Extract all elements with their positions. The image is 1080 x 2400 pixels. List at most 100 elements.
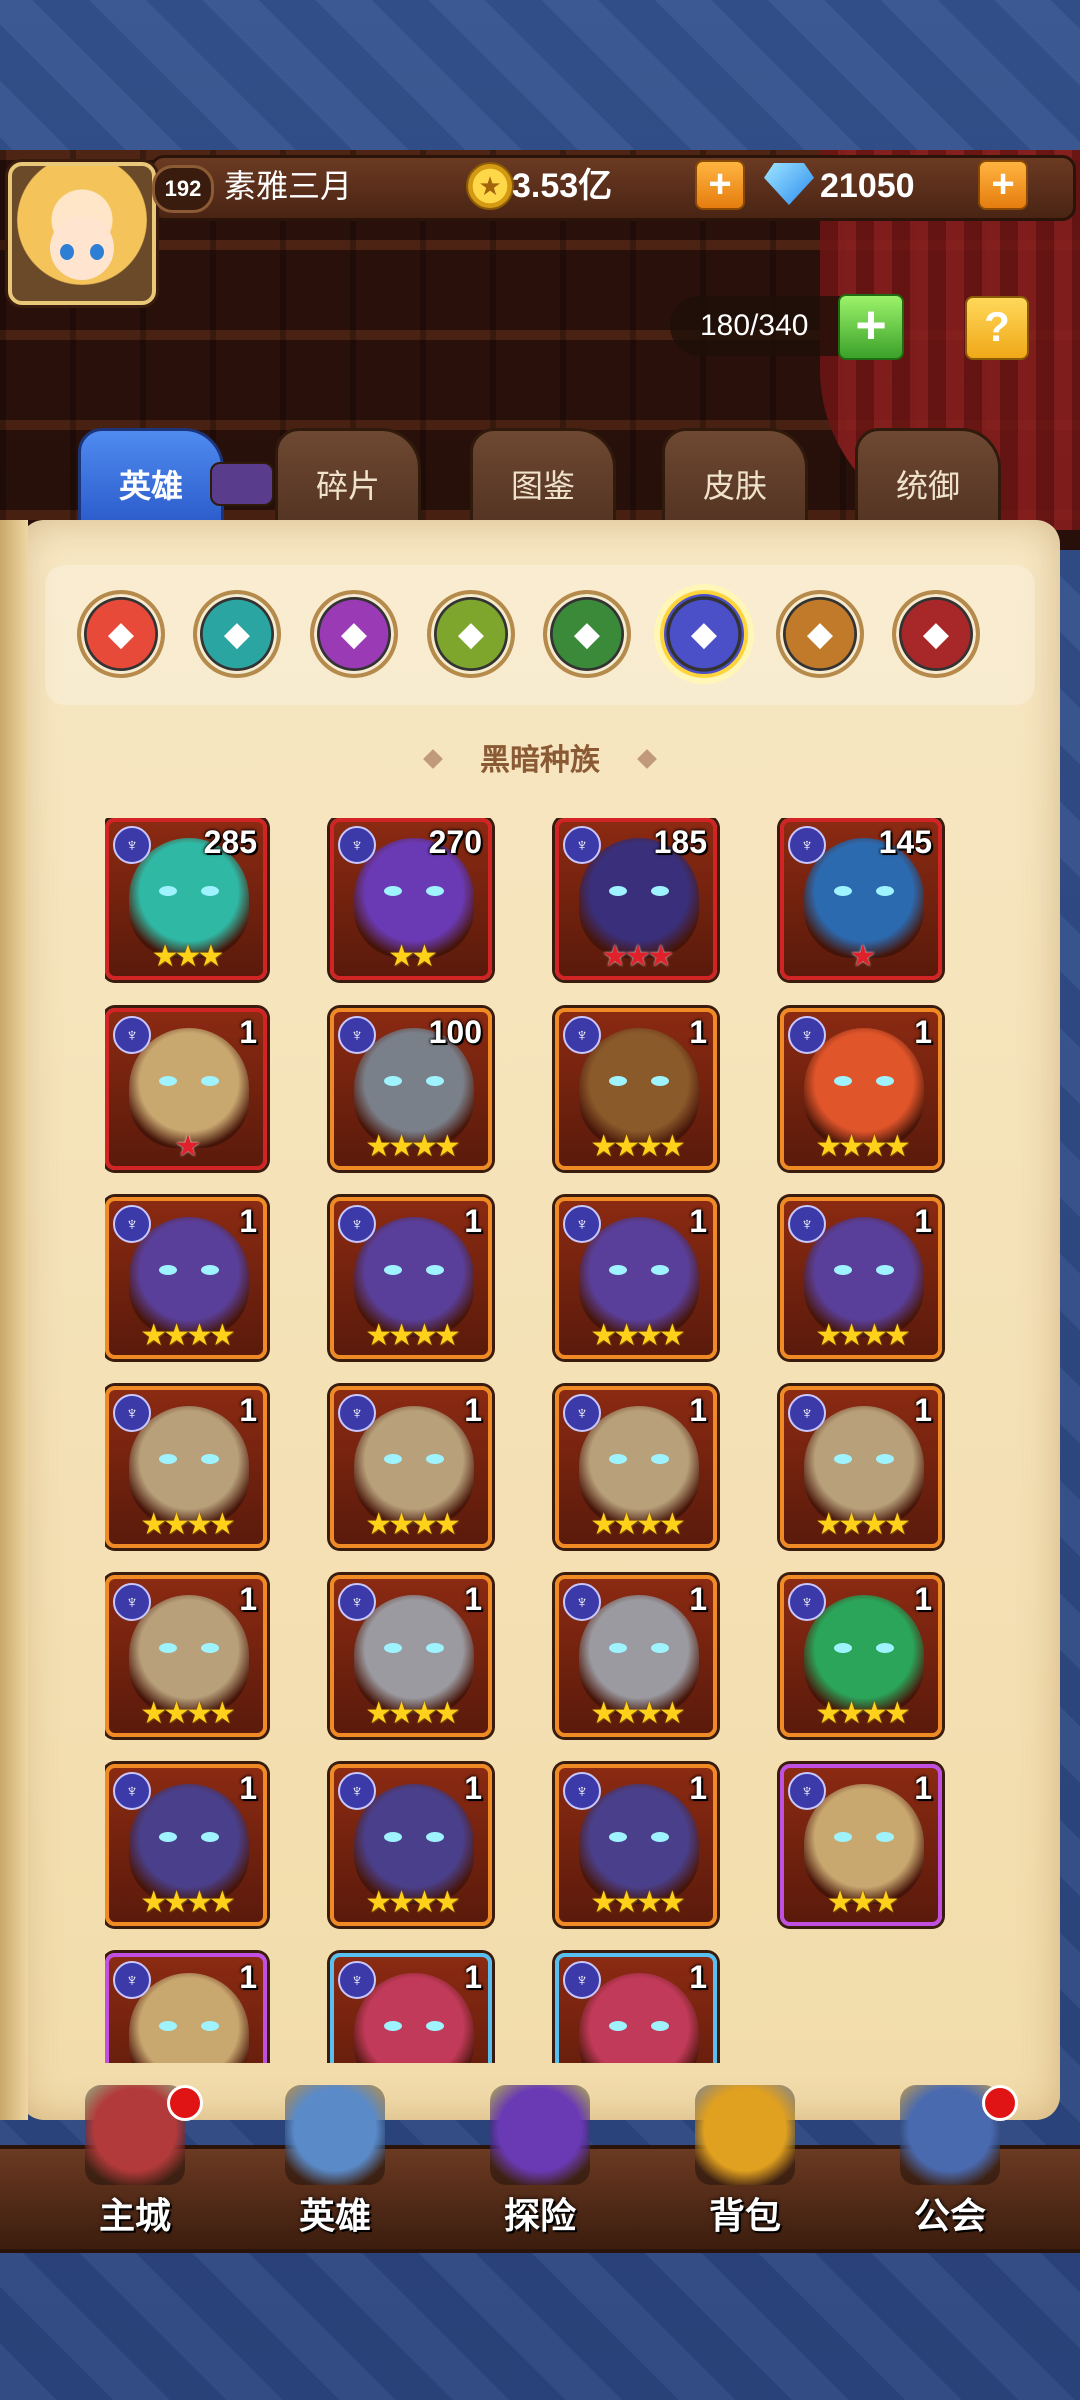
hero-card[interactable]: ♆ 1 — [105, 1953, 267, 2063]
help-button[interactable]: ? — [965, 296, 1029, 360]
add-gold-button[interactable]: + — [695, 160, 745, 210]
hero-stars: ★★★★ — [815, 1697, 911, 1730]
hero-card[interactable]: ♆ 270 ★★ — [330, 818, 492, 980]
hero-card[interactable]: ♆ 100 ★★★★ — [330, 1008, 492, 1170]
hero-card[interactable]: ♆ 1 ★★★★ — [105, 1197, 267, 1359]
hero-card[interactable]: ♆ 1 ★★★★ — [780, 1197, 942, 1359]
hero-card[interactable]: ♆ 185 ★★★ — [555, 818, 717, 980]
hero-card[interactable]: ♆ 1 ★★★★ — [555, 1386, 717, 1548]
avatar-eye — [90, 244, 104, 260]
hero-card[interactable]: ♆ 1 ★★★★ — [105, 1386, 267, 1548]
hero-level: 1 — [689, 1392, 707, 1428]
hero-card[interactable]: ♆ 1 ★★★★ — [555, 1575, 717, 1737]
player-level-badge: 192 — [152, 165, 214, 213]
hero-eyes — [834, 1643, 894, 1655]
dark-faction-icon: ♆ — [338, 1772, 376, 1810]
hero-eyes — [159, 886, 219, 898]
hero-level: 1 — [464, 1770, 482, 1806]
hero-card[interactable]: ♆ 1 ★★★★ — [555, 1764, 717, 1926]
all-races-icon[interactable]: ◆ — [77, 590, 165, 678]
hero-card[interactable]: ♆ 145 ★ — [780, 818, 942, 980]
section-title: 黑暗种族 — [0, 735, 1080, 779]
hero-stars: ★ — [174, 1130, 202, 1163]
expand-capacity-button[interactable]: + — [838, 294, 904, 360]
hero-card[interactable]: ♆ 1 ★★★★ — [555, 1008, 717, 1170]
hero-level: 1 — [239, 1581, 257, 1617]
hero-stars: ★★★★ — [365, 1697, 461, 1730]
hero-card[interactable]: ♆ 1 ★★★★ — [105, 1575, 267, 1737]
hero-eyes — [384, 1643, 444, 1655]
hero-level: 1 — [239, 1392, 257, 1428]
dark-faction-icon: ♆ — [338, 1016, 376, 1054]
hero-card[interactable]: ♆ 1 ★★★ — [780, 1764, 942, 1926]
hero-level: 1 — [239, 1770, 257, 1806]
hero-card[interactable]: ♆ 1 ★★★★ — [330, 1575, 492, 1737]
hero-card[interactable]: ♆ 1 ★★★★ — [330, 1386, 492, 1548]
hero-stars: ★★★★ — [815, 1319, 911, 1352]
light-icon[interactable]: ◆ — [776, 590, 864, 678]
nav-item-hero[interactable]: 英雄 — [245, 2085, 425, 2245]
hero-level: 1 — [689, 1581, 707, 1617]
hero-card[interactable]: ♆ 1 ★★★★ — [330, 1764, 492, 1926]
hero-eyes — [159, 1643, 219, 1655]
hero-eyes — [609, 1265, 669, 1277]
dark-faction-icon: ♆ — [563, 1205, 601, 1243]
hero-level: 1 — [914, 1581, 932, 1617]
hero-stars: ★★★★ — [590, 1508, 686, 1541]
hero-stars: ★★★★ — [140, 1508, 236, 1541]
forest-icon[interactable]: ◆ — [427, 590, 515, 678]
hero-eyes — [159, 2021, 219, 2033]
dark-faction-icon: ♆ — [338, 1394, 376, 1432]
dark-faction-icon: ♆ — [338, 1961, 376, 1999]
dark-icon[interactable]: ◆ — [892, 590, 980, 678]
dark-faction-icon: ♆ — [113, 826, 151, 864]
hero-card[interactable]: ♆ 1 — [555, 1953, 717, 2063]
hero-eyes — [609, 1832, 669, 1844]
hero-level: 1 — [914, 1203, 932, 1239]
hero-level: 1 — [689, 1014, 707, 1050]
hero-card[interactable]: ♆ 1 ★★★★ — [780, 1575, 942, 1737]
nav-item-castle[interactable]: 主城 — [45, 2085, 225, 2245]
player-avatar[interactable] — [8, 162, 156, 305]
hero-eyes — [609, 1643, 669, 1655]
dark-faction-icon: ♆ — [338, 1205, 376, 1243]
add-gems-button[interactable]: + — [978, 160, 1028, 210]
nav-item-portal[interactable]: 探险 — [450, 2085, 630, 2245]
hero-level: 1 — [914, 1014, 932, 1050]
fortress-icon[interactable]: ◆ — [193, 590, 281, 678]
nav-item-guild[interactable]: 公会 — [860, 2085, 1040, 2245]
hero-card[interactable]: ♆ 1 ★★★★ — [780, 1008, 942, 1170]
hero-level: 1 — [914, 1392, 932, 1428]
hero-eyes — [384, 1076, 444, 1088]
dark-faction-icon: ♆ — [563, 826, 601, 864]
hero-card[interactable]: ♆ 1 ★★★★ — [105, 1764, 267, 1926]
hero-eyes — [384, 1265, 444, 1277]
section-title-text: 黑暗种族 — [480, 744, 600, 777]
hero-card[interactable]: ♆ 1 ★★★★ — [330, 1197, 492, 1359]
hero-eyes — [609, 2021, 669, 2033]
dark-faction-icon: ♆ — [113, 1016, 151, 1054]
nav-item-backpack[interactable]: 背包 — [655, 2085, 835, 2245]
shadow-icon[interactable]: ◆ — [543, 590, 631, 678]
hero-level: 1 — [239, 1959, 257, 1995]
title-diamond-left — [423, 749, 443, 769]
hero-capacity-text: 180/340 — [700, 309, 809, 342]
hero-eyes — [609, 886, 669, 898]
dark-faction-icon: ♆ — [338, 1583, 376, 1621]
hero-card[interactable]: ♆ 1 ★★★★ — [555, 1197, 717, 1359]
hero-card[interactable]: ♆ 1 ★ — [105, 1008, 267, 1170]
hero-eyes — [609, 1076, 669, 1088]
dark-faction-icon: ♆ — [113, 1205, 151, 1243]
abyss-icon[interactable]: ◆ — [310, 590, 398, 678]
hero-stars: ★★★★ — [365, 1319, 461, 1352]
hero-stars: ★★★★ — [815, 1130, 911, 1163]
portal-icon — [490, 2085, 590, 2185]
dark-race-icon[interactable]: ◆ — [660, 590, 748, 678]
hero-card[interactable]: ♆ 285 ★★★ — [105, 818, 267, 980]
avatar-eye — [60, 244, 74, 260]
dark-faction-icon: ♆ — [788, 1394, 826, 1432]
hero-stars: ★★★★ — [140, 1697, 236, 1730]
hero-card[interactable]: ♆ 1 ★★★★ — [780, 1386, 942, 1548]
nav-label: 背包 — [708, 2195, 781, 2236]
hero-card[interactable]: ♆ 1 — [330, 1953, 492, 2063]
